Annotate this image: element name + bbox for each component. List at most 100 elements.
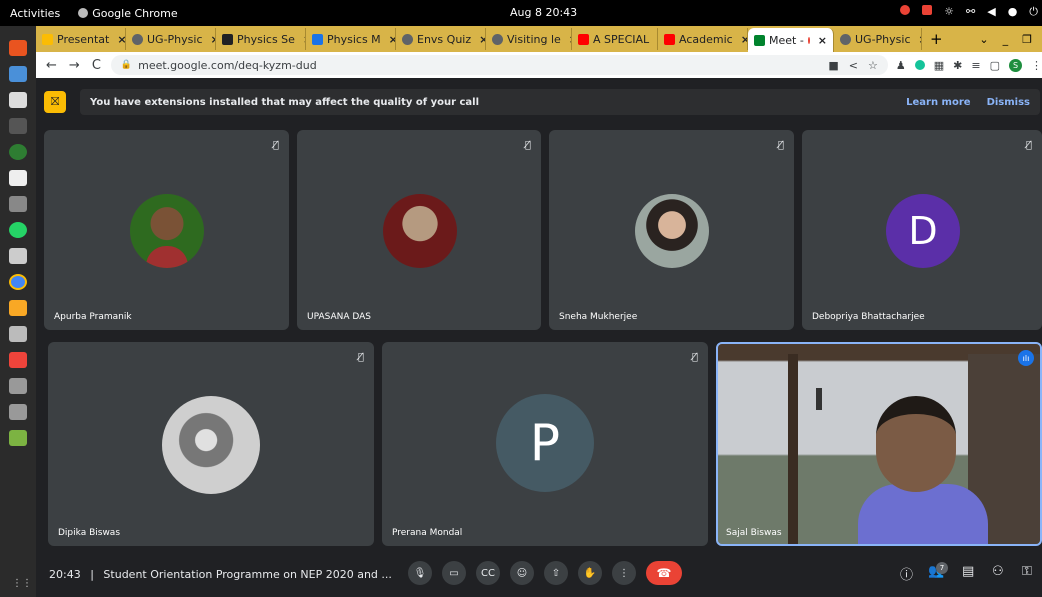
text-editor-icon[interactable] [9,92,27,108]
extension-icon[interactable]: ♟ [896,59,906,72]
meeting-details-button[interactable]: ⓘ [900,564,913,583]
chrome-icon[interactable] [9,274,27,290]
app-name: Google Chrome [92,6,178,20]
camera-icon: ▭ [449,567,459,579]
participant-video-tile[interactable]: ılı Sajal Biswas [716,342,1042,546]
system-tray[interactable]: ☼ ⚯ ◀ ● ⏻ [900,5,1038,19]
browser-toolbar: ← → C 🔒 meet.google.com/deq-kyzm-dud ■ <… [36,52,1042,78]
back-icon[interactable]: ← [46,58,57,73]
share-icon[interactable]: < [849,59,858,72]
slides-icon[interactable] [9,300,27,316]
tab-ug-physics-2[interactable]: UG-Physic× [834,28,922,50]
tab-search-icon[interactable]: ⌄ [979,33,988,46]
tab-visiting[interactable]: Visiting le× [486,28,572,50]
activities-button[interactable]: Activities [0,7,70,20]
leave-call-button[interactable]: ☎ [646,561,682,585]
camera-button[interactable]: ▭ [442,561,466,585]
reading-list-icon[interactable]: ≡ [971,59,980,72]
new-tab-button[interactable]: + [922,30,951,48]
tab-envs-quiz[interactable]: Envs Quiz × [396,28,486,50]
hand-icon: ✋ [583,567,597,579]
globe-icon [132,33,143,45]
participant-tile[interactable]: 🎙̸ Sneha Mukherjee [549,130,794,330]
profile-avatar[interactable]: S [1009,58,1022,72]
person-head [876,396,956,492]
learn-more-link[interactable]: Learn more [906,97,970,108]
document-icon[interactable] [9,66,27,82]
microphone-button[interactable]: 🎙 [408,561,432,585]
side-panel-icon[interactable]: ▢ [990,59,1000,72]
mic-off-icon: 🎙̸ [357,352,364,363]
screen-share-icon [922,5,933,15]
bookmark-star-icon[interactable]: ☆ [868,59,878,72]
anydesk-icon[interactable] [9,352,27,368]
tab-meet[interactable]: Meet - × [748,28,834,52]
speaking-indicator-icon: ılı [1018,350,1034,366]
power-icon: ⏻ [1029,5,1038,18]
meet-icon [754,34,765,46]
menu-icon[interactable]: ⋮ [1031,59,1042,72]
calendar-icon[interactable] [9,170,27,186]
drive-icon[interactable] [9,378,27,394]
youtube-icon [578,33,589,45]
participant-tile[interactable]: 🎙̸ P Prerana Mondal [382,342,708,546]
participant-tile[interactable]: 🎙̸ D Debopriya Bhattacharjee [802,130,1042,330]
extension-icon[interactable]: ▦ [934,59,944,72]
activities-button[interactable]: ⚇ [992,564,1004,579]
terminal-icon[interactable] [9,118,27,134]
meeting-info: 20:43 | Student Orientation Programme on… [49,568,392,581]
participant-name: Sneha Mukherjee [559,312,638,322]
app-menu[interactable]: Google Chrome [78,6,178,20]
extensions-area: ♟ ▦ ✱ ≡ ▢ S ⋮ [888,58,1042,72]
close-icon[interactable]: × [818,34,827,47]
tab-presentation[interactable]: Presentat × [36,28,126,50]
participant-tile[interactable]: 🎙̸ Dipika Biswas [48,342,374,546]
reload-icon[interactable]: C [92,58,101,73]
system-clock[interactable]: Aug 8 20:43 [510,6,577,19]
tab-physics-se[interactable]: Physics Se× [216,28,306,50]
chat-button[interactable]: ▤ [962,564,974,579]
raise-hand-button[interactable]: ✋ [578,561,602,585]
participant-tile[interactable]: 🎙̸ Apurba Pramanik [44,130,289,330]
close-icon[interactable]: × [479,33,485,46]
wind-chime [816,388,822,410]
people-button[interactable]: 👥 7 [928,562,948,579]
screenshot-icon[interactable] [9,326,27,342]
show-applications-icon[interactable]: ⋮⋮ [12,578,32,589]
close-icon[interactable]: × [741,33,747,46]
drive-icon[interactable] [9,404,27,420]
tab-label: UG-Physic [855,32,911,46]
more-options-button[interactable]: ⋮ [612,561,636,585]
meet-page: ⛝ You have extensions installed that may… [36,78,1042,597]
participant-name: Prerana Mondal [392,528,463,538]
camera-indicator-icon[interactable]: ■ [828,59,838,72]
files-icon[interactable] [9,40,27,56]
tab-a-special[interactable]: A SPECIAL× [572,28,658,50]
puzzle-icon[interactable]: ✱ [953,59,962,72]
host-controls-button[interactable]: ⚿ [1022,564,1032,579]
close-icon[interactable]: × [389,33,395,46]
present-button[interactable]: ⇧ [544,561,568,585]
window-controls: ⌄ _ ❐ [979,33,1042,46]
whatsapp-icon[interactable] [9,222,27,238]
dismiss-button[interactable]: Dismiss [987,97,1030,108]
screen-icon[interactable] [9,248,27,264]
app-icon[interactable] [9,144,27,160]
camera-icon[interactable] [9,196,27,212]
participant-count-badge: 7 [936,562,948,574]
address-bar[interactable]: 🔒 meet.google.com/deq-kyzm-dud ■ < ☆ [110,55,888,75]
separator: | [90,568,94,581]
tab-academic[interactable]: Academic × [658,28,748,50]
forward-icon[interactable]: → [69,58,80,73]
minimize-icon[interactable]: _ [1003,33,1009,46]
system-top-bar: Activities Google Chrome Aug 8 20:43 ☼ ⚯… [0,0,1042,26]
restore-icon[interactable]: ❐ [1022,33,1032,46]
tab-physics-m[interactable]: Physics M × [306,28,396,50]
grammarly-icon[interactable] [914,60,925,70]
reactions-button[interactable]: ☺ [510,561,534,585]
participant-tile[interactable]: 🎙̸ UPASANA DAS [297,130,541,330]
trash-icon[interactable] [9,430,27,446]
close-icon[interactable]: × [117,33,125,46]
captions-button[interactable]: CC [476,561,500,585]
tab-ug-physics[interactable]: UG-Physic× [126,28,216,50]
